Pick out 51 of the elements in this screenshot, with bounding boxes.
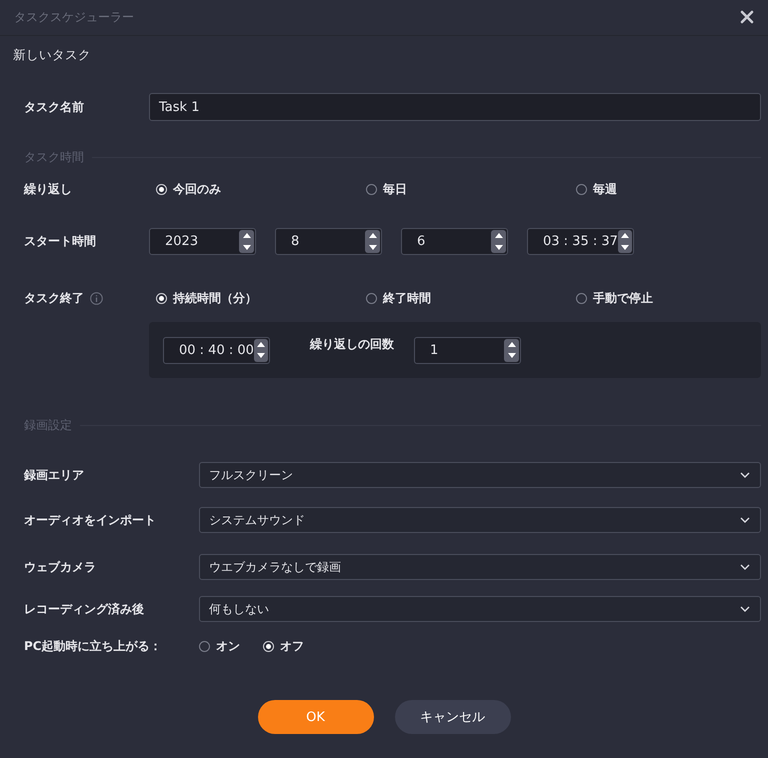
field-label: PC起動時に立ち上がる：: [24, 638, 163, 654]
radio-option[interactable]: 手動で停止: [576, 290, 653, 306]
spin-arrows-icon[interactable]: [239, 230, 254, 253]
chevron-down-icon: [740, 517, 750, 523]
radio-option[interactable]: 毎日: [366, 180, 407, 198]
radio-option[interactable]: オン: [199, 638, 240, 654]
dropdown-select[interactable]: 何もしない: [199, 596, 761, 622]
chevron-down-icon: [740, 472, 750, 478]
field-label: ウェブカメラ: [24, 558, 97, 576]
chevron-down-icon: [740, 564, 750, 570]
radio-option[interactable]: 毎週: [576, 180, 617, 198]
radio-button[interactable]: [366, 184, 377, 194]
number-spinner[interactable]: 03 : 35 : 37: [527, 228, 634, 255]
section-title: タスク時間: [24, 148, 84, 166]
number-spinner[interactable]: 1: [414, 336, 521, 364]
spin-arrows-icon[interactable]: [365, 230, 380, 253]
task-name-field[interactable]: Task 1: [149, 93, 761, 121]
spin-arrows-icon[interactable]: [491, 230, 506, 253]
dropdown-select[interactable]: フルスクリーン: [199, 462, 761, 488]
spin-arrows-icon[interactable]: [504, 338, 519, 362]
spin-arrows-icon[interactable]: [254, 338, 268, 362]
number-spinner[interactable]: 8: [275, 228, 382, 255]
radio-button[interactable]: [576, 292, 587, 304]
radio-option[interactable]: 終了時間: [366, 290, 431, 306]
number-spinner[interactable]: 2023: [149, 228, 256, 255]
chevron-down-icon: [740, 606, 750, 612]
field-label: レコーディング済み後: [24, 600, 145, 618]
radio-button[interactable]: [366, 292, 377, 304]
window-title: タスクスケジューラー: [14, 9, 134, 26]
dropdown-select[interactable]: システムサウンド: [199, 507, 761, 533]
close-button[interactable]: [740, 10, 756, 26]
dialog-heading: 新しいタスク: [13, 46, 91, 64]
radio-button[interactable]: [576, 184, 587, 194]
radio-option[interactable]: 持続時間（分）: [156, 290, 257, 306]
field-label: 繰り返しの回数: [310, 336, 394, 352]
field-label: タスク名前: [24, 98, 85, 116]
radio-option[interactable]: 今回のみ: [156, 180, 221, 198]
spin-arrows-icon[interactable]: [618, 230, 632, 253]
section-title: 録画設定: [24, 416, 72, 434]
dialog-button[interactable]: キャンセル: [394, 700, 510, 734]
number-spinner[interactable]: 6: [401, 228, 508, 255]
info-icon[interactable]: [90, 292, 103, 304]
dropdown-select[interactable]: ウエブカメラなしで録画: [199, 554, 761, 580]
field-label: 録画エリア: [24, 466, 85, 484]
field-label: スタート時間: [24, 233, 97, 250]
radio-button[interactable]: [199, 640, 210, 652]
radio-option[interactable]: オフ: [263, 638, 304, 654]
field-label: オーディオをインポート: [24, 512, 157, 528]
number-spinner[interactable]: 00 : 40 : 00: [163, 336, 270, 364]
field-label: 繰り返し: [24, 180, 73, 198]
field-label: タスク終了: [24, 290, 84, 306]
